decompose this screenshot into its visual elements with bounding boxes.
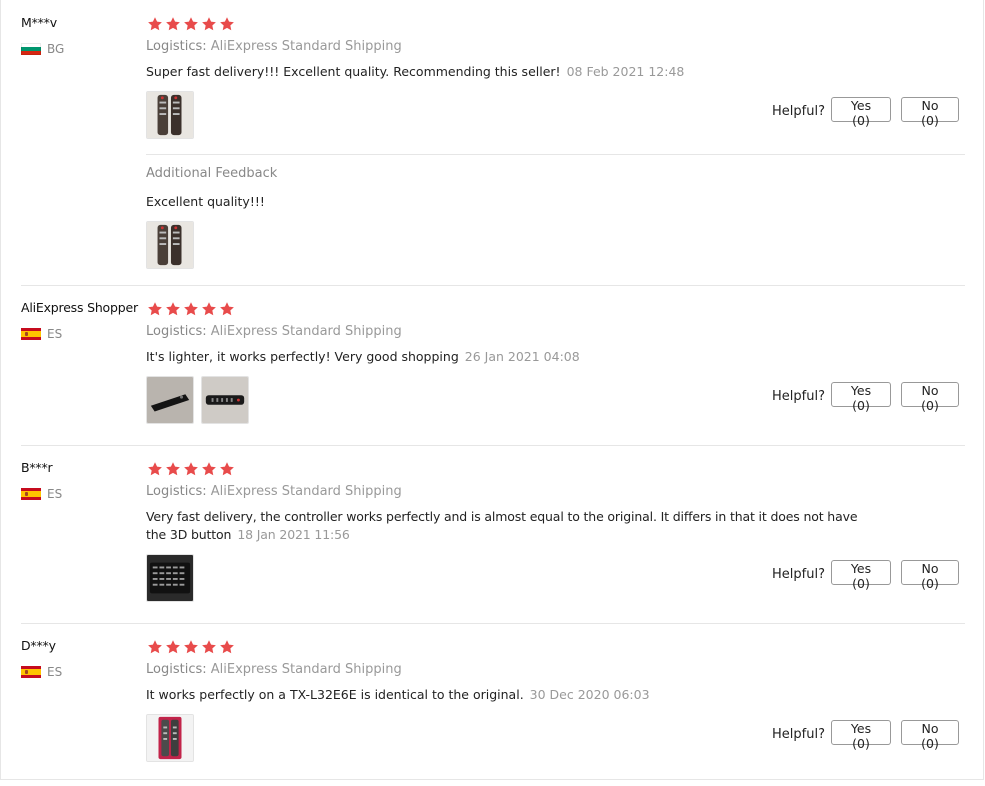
helpful-yes-button[interactable]: Yes (0) xyxy=(831,97,891,128)
country-code: ES xyxy=(47,327,63,341)
bulgaria-flag-icon xyxy=(21,43,41,55)
reviewer-country: ES xyxy=(21,487,62,501)
helpful-label: Helpful? xyxy=(772,727,825,742)
review-date: 26 Jan 2021 04:08 xyxy=(464,349,580,364)
star-icon xyxy=(201,639,217,655)
logistics-value: AliExpress Standard Shipping xyxy=(210,662,402,677)
review-photo[interactable] xyxy=(146,376,194,424)
remote-photo-icon xyxy=(147,377,193,423)
remote-photo-icon xyxy=(147,715,193,761)
star-rating xyxy=(147,16,235,32)
helpful-label: Helpful? xyxy=(772,104,825,119)
star-rating xyxy=(147,301,235,317)
reviewer-name: B***r xyxy=(21,460,53,475)
helpful-no-button[interactable]: No (0) xyxy=(901,382,959,413)
helpful-label: Helpful? xyxy=(772,389,825,404)
star-icon xyxy=(147,461,163,477)
review-text: It's lighter, it works perfectly! Very g… xyxy=(146,348,580,366)
star-icon xyxy=(147,16,163,32)
star-icon xyxy=(165,16,181,32)
review-text: Super fast delivery!!! Excellent quality… xyxy=(146,63,684,81)
review-photo[interactable] xyxy=(146,554,194,602)
star-icon xyxy=(219,16,235,32)
additional-feedback-title: Additional Feedback xyxy=(146,166,278,181)
country-code: BG xyxy=(47,42,65,56)
review-text: It works perfectly on a TX-L32E6E is ide… xyxy=(146,686,650,704)
star-icon xyxy=(201,461,217,477)
helpful-no-button[interactable]: No (0) xyxy=(901,720,959,751)
helpful-yes-button[interactable]: Yes (0) xyxy=(831,720,891,751)
helpful-yes-button[interactable]: Yes (0) xyxy=(831,560,891,591)
spain-flag-icon xyxy=(21,666,41,678)
logistics-line: Logistics: AliExpress Standard Shipping xyxy=(146,484,402,499)
star-icon xyxy=(201,301,217,317)
star-icon xyxy=(165,301,181,317)
helpful-label: Helpful? xyxy=(772,567,825,582)
reviewer-name: AliExpress Shopper xyxy=(21,300,138,315)
review-body: Super fast delivery!!! Excellent quality… xyxy=(146,64,561,79)
remote-photo-icon xyxy=(147,555,193,601)
review-photo[interactable] xyxy=(201,376,249,424)
logistics-value: AliExpress Standard Shipping xyxy=(210,39,402,54)
spain-flag-icon xyxy=(21,488,41,500)
star-icon xyxy=(147,639,163,655)
reviewer-country: BG xyxy=(21,42,64,56)
logistics-value: AliExpress Standard Shipping xyxy=(210,484,402,499)
spain-flag-icon xyxy=(21,328,41,340)
review-body: It's lighter, it works perfectly! Very g… xyxy=(146,349,459,364)
helpful-no-button[interactable]: No (0) xyxy=(901,560,959,591)
review-divider xyxy=(21,623,965,624)
helpful-yes-button[interactable]: Yes (0) xyxy=(831,382,891,413)
star-icon xyxy=(219,461,235,477)
star-rating xyxy=(147,461,235,477)
reviewer-country: ES xyxy=(21,665,62,679)
star-rating xyxy=(147,639,235,655)
additional-feedback-text: Excellent quality!!! xyxy=(146,194,265,209)
star-icon xyxy=(183,461,199,477)
review-body-line: Very fast delivery, the controller works… xyxy=(146,509,858,524)
review-divider xyxy=(21,445,965,446)
logistics-label: Logistics: xyxy=(146,39,207,54)
star-icon xyxy=(201,16,217,32)
review-photo[interactable] xyxy=(146,714,194,762)
review-body-line: the 3D button xyxy=(146,527,232,542)
reviewer-country: ES xyxy=(21,327,62,341)
logistics-label: Logistics: xyxy=(146,484,207,499)
star-icon xyxy=(165,639,181,655)
star-icon xyxy=(183,639,199,655)
logistics-line: Logistics: AliExpress Standard Shipping xyxy=(146,662,402,677)
review-date: 08 Feb 2021 12:48 xyxy=(566,64,685,79)
logistics-label: Logistics: xyxy=(146,324,207,339)
divider xyxy=(146,154,965,155)
star-icon xyxy=(183,301,199,317)
helpful-no-button[interactable]: No (0) xyxy=(901,97,959,128)
country-code: ES xyxy=(47,665,63,679)
logistics-value: AliExpress Standard Shipping xyxy=(210,324,402,339)
review-date: 18 Jan 2021 11:56 xyxy=(237,527,350,542)
star-icon xyxy=(147,301,163,317)
star-icon xyxy=(165,461,181,477)
country-code: ES xyxy=(47,487,63,501)
logistics-line: Logistics: AliExpress Standard Shipping xyxy=(146,324,402,339)
review-divider xyxy=(21,285,965,286)
star-icon xyxy=(183,16,199,32)
reviewer-name: M***v xyxy=(21,15,57,30)
star-icon xyxy=(219,639,235,655)
review-photo[interactable] xyxy=(146,91,194,139)
review-body: It works perfectly on a TX-L32E6E is ide… xyxy=(146,687,524,702)
review-text: Very fast delivery, the controller works… xyxy=(146,508,906,544)
remote-photo-icon xyxy=(147,92,193,138)
reviewer-name: D***y xyxy=(21,638,56,653)
additional-feedback-photo[interactable] xyxy=(146,221,194,269)
logistics-line: Logistics: AliExpress Standard Shipping xyxy=(146,39,402,54)
logistics-label: Logistics: xyxy=(146,662,207,677)
remote-photo-icon xyxy=(147,222,193,268)
star-icon xyxy=(219,301,235,317)
review-date: 30 Dec 2020 06:03 xyxy=(529,687,650,702)
remote-photo-icon xyxy=(202,377,248,423)
